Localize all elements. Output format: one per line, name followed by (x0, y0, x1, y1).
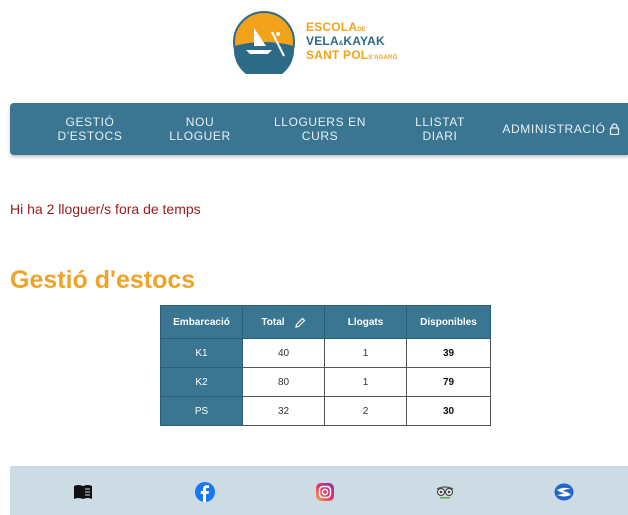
nav-label-stock: GESTIÓ D'ESTOCS (57, 115, 123, 143)
nav-item-active-rentals[interactable]: LLOGUERS EN CURS (265, 103, 375, 155)
nav-label-administration: ADMINISTRACIÓ (502, 122, 606, 136)
boat-cell: PS (160, 396, 243, 426)
col-header-total: Total (242, 305, 325, 339)
edit-pencil-icon[interactable] (294, 317, 306, 328)
school-logo[interactable]: ESCOLADE VELA&KAYAK SANT POLS'AGARÓ (232, 10, 432, 76)
nav-label-active-rentals: LLOGUERS EN CURS (274, 115, 366, 143)
table-header-row: Embarcació Total Llogats Disponibles (160, 305, 491, 339)
rented-cell: 2 (324, 396, 407, 426)
col-header-rented: Llogats (324, 305, 407, 339)
brand-s-icon[interactable] (553, 481, 575, 503)
book-icon[interactable] (72, 481, 94, 503)
table-row: K2 80 1 79 (160, 367, 491, 397)
facebook-icon[interactable] (194, 481, 216, 503)
lock-icon (609, 123, 619, 135)
stock-table: Embarcació Total Llogats Disponibles K1 … (160, 305, 491, 426)
main-nav: GESTIÓ D'ESTOCS NOU LLOGUER LLOGUERS EN … (10, 103, 628, 155)
col-header-boat: Embarcació (160, 305, 243, 339)
boat-cell: K1 (160, 338, 243, 368)
logo-emblem-icon (233, 11, 295, 74)
col-header-available: Disponibles (406, 305, 491, 339)
nav-label-new-rental: NOU LLOGUER (169, 115, 231, 143)
total-cell: 32 (242, 396, 325, 426)
logo-wordmark: ESCOLADE VELA&KAYAK SANT POLS'AGARÓ (306, 20, 398, 62)
overdue-alert: Hi ha 2 lloguer/s fora de temps (10, 201, 201, 217)
nav-label-daily-list: LLISTAT DIARI (415, 115, 465, 143)
total-cell: 40 (242, 338, 325, 368)
total-cell: 80 (242, 367, 325, 397)
nav-item-daily-list[interactable]: LLISTAT DIARI (400, 103, 480, 155)
rented-cell: 1 (324, 367, 407, 397)
footer-bar (10, 466, 628, 515)
available-cell: 79 (406, 367, 491, 397)
col-header-total-label: Total (261, 316, 285, 328)
rented-cell: 1 (324, 338, 407, 368)
nav-item-new-rental[interactable]: NOU LLOGUER (160, 103, 240, 155)
page-title: Gestió d'estocs (10, 266, 196, 294)
table-row: PS 32 2 30 (160, 396, 491, 426)
instagram-icon[interactable] (314, 481, 336, 503)
available-cell: 39 (406, 338, 491, 368)
available-cell: 30 (406, 396, 491, 426)
nav-item-stock[interactable]: GESTIÓ D'ESTOCS (40, 103, 140, 155)
nav-item-administration[interactable]: ADMINISTRACIÓ (494, 103, 628, 155)
boat-cell: K2 (160, 367, 243, 397)
table-row: K1 40 1 39 (160, 338, 491, 368)
tripadvisor-icon[interactable] (434, 481, 456, 503)
